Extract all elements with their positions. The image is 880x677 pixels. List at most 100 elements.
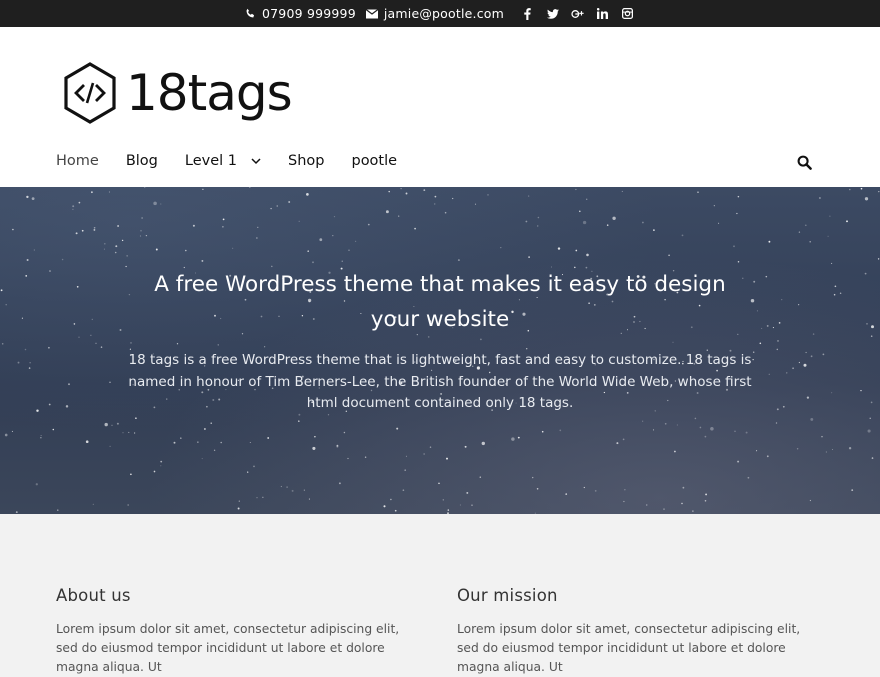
google-plus-icon[interactable] [565,8,590,20]
star [466,491,469,494]
star [291,489,294,492]
star [49,270,51,272]
social-links [515,7,640,20]
star [111,424,113,426]
star [400,187,402,190]
section-heading: Our mission [457,586,558,605]
star [471,504,473,506]
section-text: Lorem ipsum dolor sit amet, consectetur … [56,622,400,674]
star [303,489,305,491]
star [308,498,310,500]
star [747,476,750,479]
content-section: About us Lorem ipsum dolor sit amet, con… [0,514,880,674]
site-logo[interactable]: 18tags [62,61,293,125]
email-contact[interactable]: jamie@pootle.com [365,6,504,21]
star [81,229,84,232]
star [72,208,74,211]
star [73,323,76,325]
star [338,482,341,485]
section-heading: About us [56,586,131,605]
star [822,353,825,356]
star [825,451,828,453]
instagram-icon[interactable] [615,8,640,19]
star [114,251,117,254]
star [390,498,392,501]
star [528,256,530,258]
star [442,499,444,501]
star [232,247,234,249]
star [860,389,862,392]
star [108,191,110,193]
facebook-icon[interactable] [515,7,540,20]
star [405,455,407,457]
star [93,228,96,231]
star [718,222,720,224]
star [536,488,539,490]
star [831,448,834,451]
star [616,442,619,445]
nav-item-blog[interactable]: Blog [126,153,158,169]
star [354,240,357,242]
star [586,253,589,257]
star [298,420,300,422]
star [839,292,842,295]
twitter-icon[interactable] [540,8,565,19]
star [256,497,258,499]
star [867,429,871,433]
star [100,346,103,348]
code-hexagon-icon [64,62,116,124]
star [95,342,97,344]
nav-item-home[interactable]: Home [56,153,99,169]
star [798,361,801,364]
linkedin-icon[interactable] [590,8,615,19]
star [457,259,460,262]
star [109,381,111,383]
star [203,428,206,430]
phone-icon [246,8,255,18]
star [511,437,515,441]
star [85,440,89,444]
star [145,234,148,237]
star [775,422,778,424]
star [646,504,648,506]
nav-item-pootle[interactable]: pootle [351,153,397,169]
star [621,190,623,192]
star [31,197,35,201]
star [332,234,334,237]
star [40,437,42,439]
star [75,232,78,235]
star [25,275,28,277]
star [5,303,7,306]
star [642,420,644,422]
star [517,436,520,439]
star [583,486,585,489]
star [0,289,3,292]
star [130,342,132,344]
star [668,254,670,257]
star [423,189,426,192]
phone-contact[interactable]: 07909 999999 [245,6,356,21]
star [343,431,346,434]
star [153,470,156,473]
star [674,450,676,453]
star [280,485,283,488]
star [864,272,867,275]
star [541,430,544,433]
nav-label: Level 1 [184,153,237,169]
star [752,359,754,361]
star [237,507,240,510]
star [341,260,343,262]
star [829,215,831,217]
star [849,188,851,191]
star [464,445,467,448]
search-button[interactable] [797,155,812,174]
nav-item-shop[interactable]: Shop [288,153,324,169]
site-header: 18tags Home Blog Level 1 Shop pootle [0,27,880,187]
star [307,250,309,252]
envelope-icon [365,8,378,18]
star [153,201,157,206]
search-icon [797,155,812,170]
star [306,193,309,196]
nav-item-level-1[interactable]: Level 1 [185,153,261,169]
star [733,245,735,248]
